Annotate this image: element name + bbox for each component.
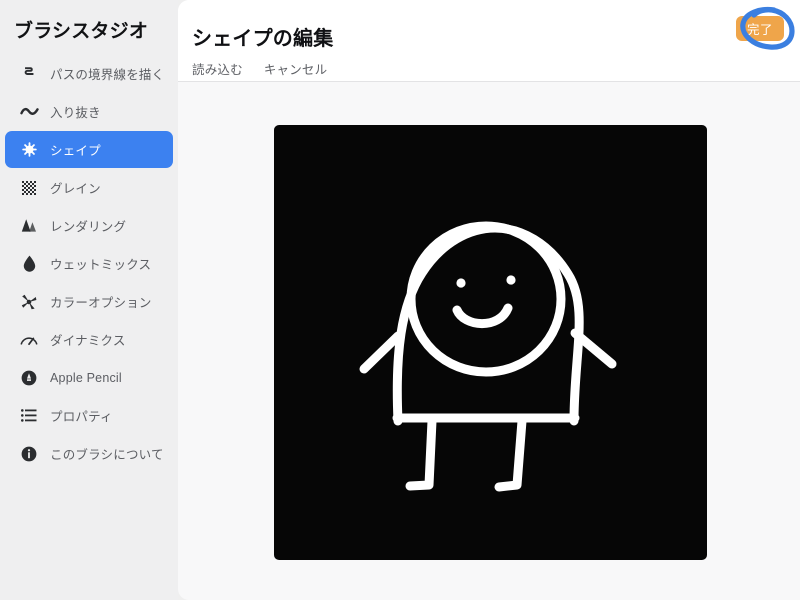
- sidebar-item-label: プロパティ: [50, 406, 113, 425]
- sidebar-item-label: グレイン: [50, 178, 101, 197]
- sidebar-item-apple-pencil[interactable]: Apple Pencil: [5, 359, 173, 396]
- properties-icon: [19, 406, 39, 426]
- cancel-button[interactable]: キャンセル: [264, 59, 328, 78]
- sidebar-item-properties[interactable]: プロパティ: [5, 397, 173, 434]
- sidebar-item-color-options[interactable]: カラーオプション: [5, 283, 173, 320]
- sidebar-item-label: ウェットミックス: [50, 254, 151, 273]
- sidebar: ブラシスタジオ パスの境界線を描く 入り抜き: [0, 0, 178, 600]
- sidebar-item-stroke-path[interactable]: パスの境界線を描く: [5, 55, 173, 92]
- sidebar-item-label: このブラシについて: [50, 444, 164, 463]
- shape-preview-canvas[interactable]: [274, 125, 707, 560]
- shape-icon: [19, 140, 39, 160]
- sidebar-item-about[interactable]: このブラシについて: [5, 435, 173, 472]
- sidebar-item-rendering[interactable]: レンダリング: [5, 207, 173, 244]
- sidebar-item-label: パスの境界線を描く: [50, 64, 164, 83]
- brush-studio-window: ブラシスタジオ パスの境界線を描く 入り抜き: [0, 0, 800, 600]
- dynamics-icon: [19, 330, 39, 350]
- sidebar-item-label: ダイナミクス: [50, 330, 126, 349]
- app-title: ブラシスタジオ: [14, 16, 148, 43]
- import-button[interactable]: 読み込む: [192, 59, 243, 78]
- about-icon: [19, 444, 39, 464]
- sidebar-item-taper[interactable]: 入り抜き: [5, 93, 173, 130]
- sidebar-item-wet-mix[interactable]: ウェットミックス: [5, 245, 173, 282]
- wet-mix-icon: [19, 254, 39, 274]
- sidebar-item-shape[interactable]: シェイプ: [5, 131, 173, 168]
- sidebar-item-label: レンダリング: [50, 216, 126, 235]
- sidebar-item-label: カラーオプション: [50, 292, 152, 311]
- stroke-path-icon: [19, 64, 39, 84]
- shape-drawing: [274, 125, 707, 560]
- main-panel: シェイプの編集 読み込む キャンセル 完了: [178, 0, 800, 600]
- sidebar-item-label: シェイプ: [50, 140, 101, 159]
- color-options-icon: [19, 292, 39, 312]
- panel-header: シェイプの編集 読み込む キャンセル 完了: [178, 0, 800, 82]
- sidebar-item-grain[interactable]: グレイン: [5, 169, 173, 206]
- header-actions: 読み込む キャンセル: [192, 59, 327, 78]
- sidebar-item-label: 入り抜き: [50, 102, 101, 121]
- page-title: シェイプの編集: [192, 22, 333, 51]
- sidebar-item-dynamics[interactable]: ダイナミクス: [5, 321, 173, 358]
- done-button[interactable]: 完了: [736, 16, 784, 41]
- sidebar-item-label: Apple Pencil: [50, 371, 122, 385]
- sidebar-nav: パスの境界線を描く 入り抜き: [0, 55, 178, 473]
- taper-icon: [19, 102, 39, 122]
- apple-pencil-icon: [19, 368, 39, 388]
- rendering-icon: [19, 216, 39, 236]
- grain-icon: [19, 178, 39, 198]
